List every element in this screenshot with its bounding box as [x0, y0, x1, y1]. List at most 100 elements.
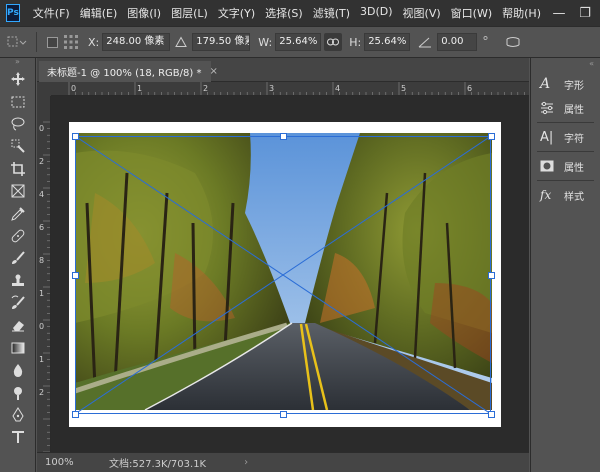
fx-icon: fx	[540, 188, 552, 202]
transform-handle-top-left[interactable]	[72, 133, 79, 140]
crop-tool-icon[interactable]	[0, 158, 36, 180]
panel-adjust-properties-label: 属性	[564, 162, 584, 174]
status-bar: 100% 文档:527.3K/703.1K ›	[37, 452, 529, 472]
transform-handle-right[interactable]	[488, 272, 495, 279]
ruler-label: 6	[39, 223, 44, 232]
panel-styles-label: 样式	[564, 191, 584, 203]
menu-bar: Ps 文件(F) 编辑(E) 图像(I) 图层(L) 文字(Y) 选择(S) 滤…	[0, 0, 600, 26]
mask-icon	[540, 158, 558, 174]
menu-edit[interactable]: 编辑(E)	[75, 5, 123, 21]
marquee-tool-icon[interactable]	[0, 90, 36, 112]
move-tool-icon[interactable]	[0, 68, 36, 90]
tab-close-icon[interactable]: ×	[209, 66, 217, 77]
frame-tool-icon[interactable]	[0, 180, 36, 202]
photoshop-logo: Ps	[6, 4, 20, 22]
warp-icon[interactable]	[506, 36, 520, 48]
toolbar-collapse-icon[interactable]: »	[0, 58, 35, 68]
menu-filter[interactable]: 滤镜(T)	[308, 5, 355, 21]
ruler-label: 1	[39, 355, 44, 364]
type-tool-icon[interactable]	[0, 426, 36, 448]
panel-character-label: 字符	[564, 133, 584, 145]
panel-properties[interactable]: 属性	[531, 96, 600, 120]
y-position-field[interactable]: 179.50 像素	[192, 33, 251, 51]
vertical-ruler[interactable]: 024681012	[37, 96, 51, 452]
w-label: W:	[258, 35, 273, 49]
transform-handle-bottom[interactable]	[280, 411, 287, 418]
panel-glyphs[interactable]: A 字形	[531, 72, 600, 96]
options-separator	[36, 32, 37, 52]
x-position-field[interactable]: 248.00 像素	[102, 33, 171, 51]
status-menu-arrow-icon[interactable]: ›	[244, 457, 248, 468]
panel-styles[interactable]: fx 样式	[531, 183, 600, 207]
menu-3d[interactable]: 3D(D)	[355, 5, 398, 21]
pen-tool-icon[interactable]	[0, 404, 36, 426]
transform-handle-top-right[interactable]	[488, 133, 495, 140]
vertical-ruler-ticks: 024681012	[39, 121, 50, 452]
menu-window[interactable]: 窗口(W)	[446, 5, 497, 21]
document-tab[interactable]: 未标题-1 @ 100% (18, RGB/8) * ×	[39, 61, 218, 82]
canvas-area[interactable]	[51, 96, 529, 452]
angle-icon	[418, 36, 432, 48]
delta-icon[interactable]	[175, 36, 188, 48]
x-label: X:	[88, 35, 100, 49]
ruler-label: 0	[39, 322, 44, 331]
panel-separator	[537, 122, 594, 123]
ruler-label: 4	[335, 84, 340, 93]
tools-panel: »	[0, 58, 36, 472]
reference-point-checkbox[interactable]	[47, 36, 58, 48]
menu-file[interactable]: 文件(F)	[28, 5, 75, 21]
lasso-tool-icon[interactable]	[0, 113, 36, 135]
transform-handle-bottom-right[interactable]	[488, 411, 495, 418]
ruler-label: 2	[203, 84, 208, 93]
menu-items: 文件(F) 编辑(E) 图像(I) 图层(L) 文字(Y) 选择(S) 滤镜(T…	[28, 5, 546, 21]
width-field[interactable]: 25.64%	[275, 33, 322, 51]
eyedropper-tool-icon[interactable]	[0, 202, 36, 224]
rotation-field[interactable]: 0.00	[437, 33, 478, 51]
ruler-label: 1	[137, 84, 142, 93]
brush-tool-icon[interactable]	[0, 247, 36, 269]
panel-character[interactable]: A| 字符	[531, 125, 600, 149]
document-size: 文档:527.3K/703.1K	[109, 459, 207, 470]
clone-stamp-tool-icon[interactable]	[0, 270, 36, 292]
ruler-label: 3	[269, 84, 274, 93]
ruler-label: 8	[39, 256, 44, 265]
options-bar: X: 248.00 像素 179.50 像素 W: 25.64% H: 25.6…	[0, 26, 600, 58]
document-tab-bar: 未标题-1 @ 100% (18, RGB/8) * ×	[37, 58, 529, 82]
transform-tool-preset-icon[interactable]	[5, 34, 27, 50]
panel-properties-label: 属性	[564, 104, 584, 116]
panel-separator	[537, 180, 594, 181]
restore-button[interactable]: ❐	[572, 0, 598, 26]
reference-point-grid-icon[interactable]	[63, 34, 79, 50]
ruler-corner	[37, 82, 51, 96]
minimize-button[interactable]: —	[546, 0, 572, 26]
ruler-label: 0	[71, 84, 76, 93]
panel-separator	[537, 151, 594, 152]
panel-adjust-properties[interactable]: 属性	[531, 154, 600, 178]
menu-help[interactable]: 帮助(H)	[497, 5, 546, 21]
link-icon[interactable]	[324, 33, 343, 51]
transform-handle-top[interactable]	[280, 133, 287, 140]
menu-view[interactable]: 视图(V)	[398, 5, 446, 21]
right-panel-dock: « A 字形 属性 A| 字符 属性 fx 样式	[530, 58, 600, 472]
blur-tool-icon[interactable]	[0, 359, 36, 381]
menu-image[interactable]: 图像(I)	[122, 5, 166, 21]
menu-type[interactable]: 文字(Y)	[213, 5, 260, 21]
healing-brush-tool-icon[interactable]	[0, 225, 36, 247]
sliders-icon	[540, 100, 558, 116]
menu-layer[interactable]: 图层(L)	[166, 5, 213, 21]
ruler-label: 5	[401, 84, 406, 93]
panel-collapse-icon[interactable]: «	[531, 58, 600, 72]
horizontal-ruler[interactable]: 0 1 2 3 4 5 6	[51, 82, 529, 96]
transform-handle-left[interactable]	[72, 272, 79, 279]
dodge-tool-icon[interactable]	[0, 381, 36, 403]
menu-select[interactable]: 选择(S)	[260, 5, 308, 21]
zoom-level[interactable]: 100%	[37, 457, 79, 468]
eraser-tool-icon[interactable]	[0, 314, 36, 336]
transform-bounding-box[interactable]	[75, 136, 491, 414]
history-brush-tool-icon[interactable]	[0, 292, 36, 314]
height-field[interactable]: 25.64%	[364, 33, 411, 51]
transform-handle-bottom-left[interactable]	[72, 411, 79, 418]
ruler-label: 4	[39, 190, 44, 199]
gradient-tool-icon[interactable]	[0, 337, 36, 359]
quick-selection-tool-icon[interactable]	[0, 135, 36, 157]
